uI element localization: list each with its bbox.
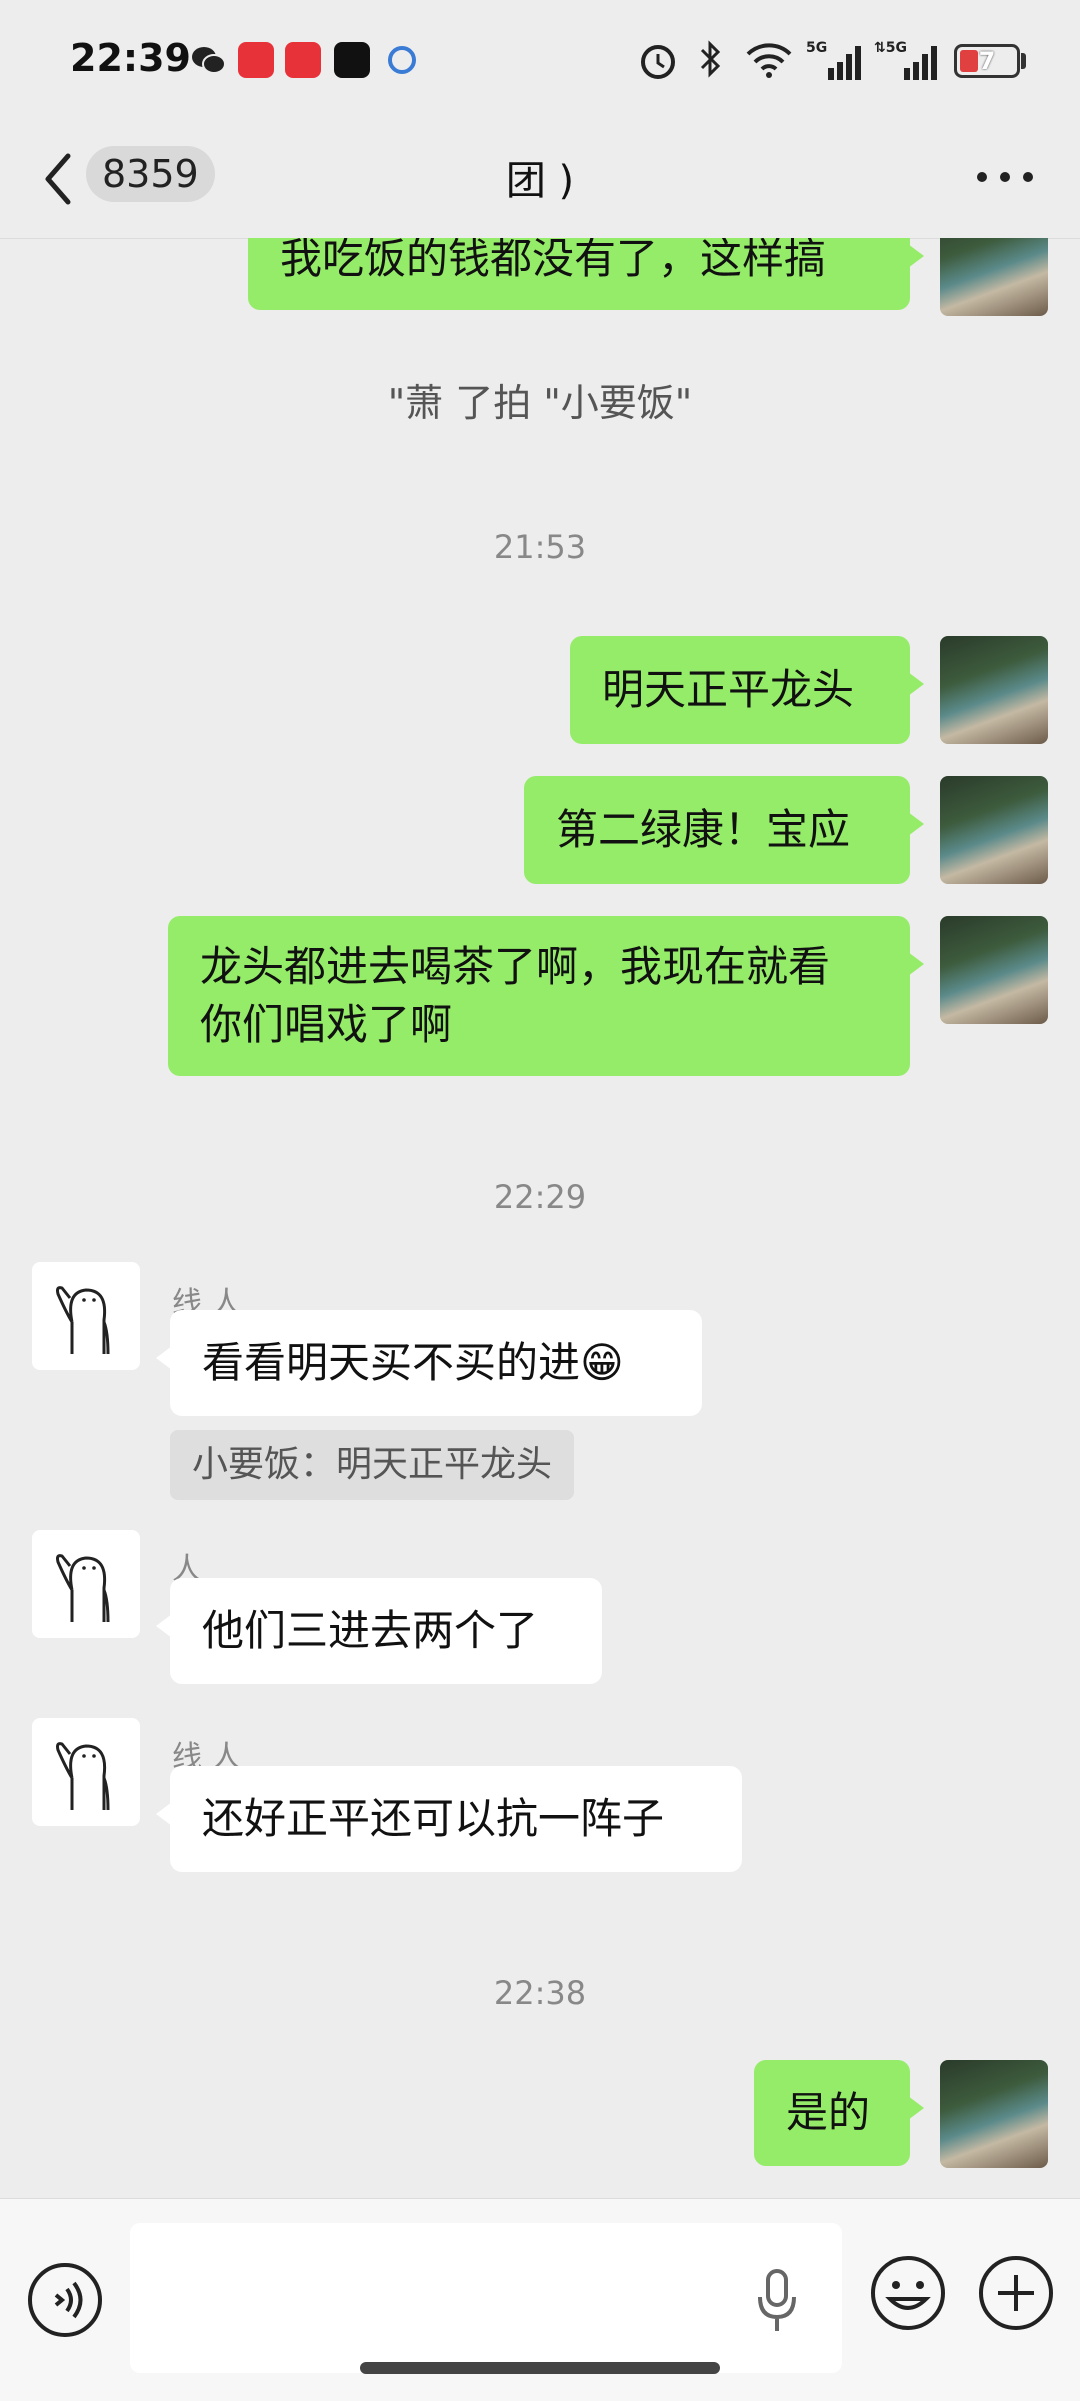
- wifi-icon: [746, 43, 792, 78]
- signal-5g-icon: 5G: [806, 40, 861, 80]
- emoji-icon[interactable]: [868, 2253, 948, 2333]
- voice-input-icon[interactable]: [26, 2261, 104, 2339]
- contact-message-bubble[interactable]: 还好正平还可以抗一阵子: [156, 1766, 742, 1872]
- my-avatar[interactable]: [940, 916, 1048, 1024]
- my-avatar[interactable]: [940, 2060, 1048, 2168]
- message-input[interactable]: [130, 2223, 842, 2373]
- svg-text:⇅5G: ⇅5G: [874, 40, 907, 56]
- contact-avatar[interactable]: [32, 1530, 140, 1638]
- toutiao-icon: [285, 42, 321, 78]
- status-time: 22:39: [70, 36, 191, 80]
- message-list[interactable]: 我吃饭的钱都没有了，这样搞 "萧 了拍 "小要饭" 21:53 明天正平龙头 第…: [0, 238, 1080, 2198]
- my-message-bubble[interactable]: 龙头都进去喝茶了啊，我现在就看 你们唱戏了啊: [168, 916, 924, 1076]
- home-indicator[interactable]: [360, 2362, 720, 2374]
- contact-message-bubble[interactable]: 他们三进去两个了: [156, 1578, 602, 1684]
- my-message-bubble[interactable]: 第二绿康！宝应: [524, 776, 924, 884]
- svg-text:5G: 5G: [806, 40, 827, 56]
- alarm-icon: [641, 45, 675, 79]
- chat-header: 8359 团 ): [0, 120, 1080, 239]
- contact-avatar[interactable]: [32, 1718, 140, 1826]
- battery-level: 7: [978, 47, 996, 75]
- bluetooth-icon: [700, 40, 721, 78]
- signal-5g-icon: ⇅5G: [874, 40, 937, 80]
- timestamp: 21:53: [493, 528, 587, 566]
- stick-figure-icon: [56, 1286, 110, 1355]
- my-message-bubble[interactable]: 我吃饭的钱都没有了，这样搞: [248, 238, 924, 310]
- plus-icon[interactable]: [976, 2253, 1056, 2333]
- timestamp: 22:38: [493, 1974, 587, 2012]
- contact-avatar[interactable]: [32, 1262, 140, 1370]
- my-message-bubble[interactable]: 明天正平龙头: [570, 636, 924, 744]
- app-icon: [238, 42, 274, 78]
- more-options-icon[interactable]: [970, 152, 1040, 202]
- my-avatar[interactable]: [940, 776, 1048, 884]
- timestamp: 22:29: [493, 1178, 587, 1216]
- message-line: 你们唱戏了啊: [200, 1000, 453, 1049]
- my-message-bubble[interactable]: 是的: [754, 2060, 924, 2166]
- app-icon: [388, 46, 416, 74]
- system-message: "萧 了拍 "小要饭": [387, 381, 693, 425]
- battery-icon: 7: [954, 44, 1020, 78]
- tiktok-icon: [334, 42, 370, 78]
- message-line: 龙头都进去喝茶了啊，我现在就看: [200, 942, 831, 991]
- quoted-message[interactable]: 小要饭：明天正平龙头: [170, 1430, 575, 1500]
- my-avatar[interactable]: [940, 238, 1048, 316]
- status-bar: 22:39 5G ⇅5G 7: [0, 0, 1080, 120]
- wechat-icon: [192, 47, 226, 74]
- microphone-icon[interactable]: [754, 2261, 800, 2339]
- contact-message-bubble[interactable]: 看看明天买不买的进😁: [156, 1310, 702, 1416]
- stick-figure-icon: [56, 1554, 110, 1623]
- chat-title: 团 ): [505, 158, 575, 204]
- my-avatar[interactable]: [940, 636, 1048, 744]
- stick-figure-icon: [56, 1742, 110, 1811]
